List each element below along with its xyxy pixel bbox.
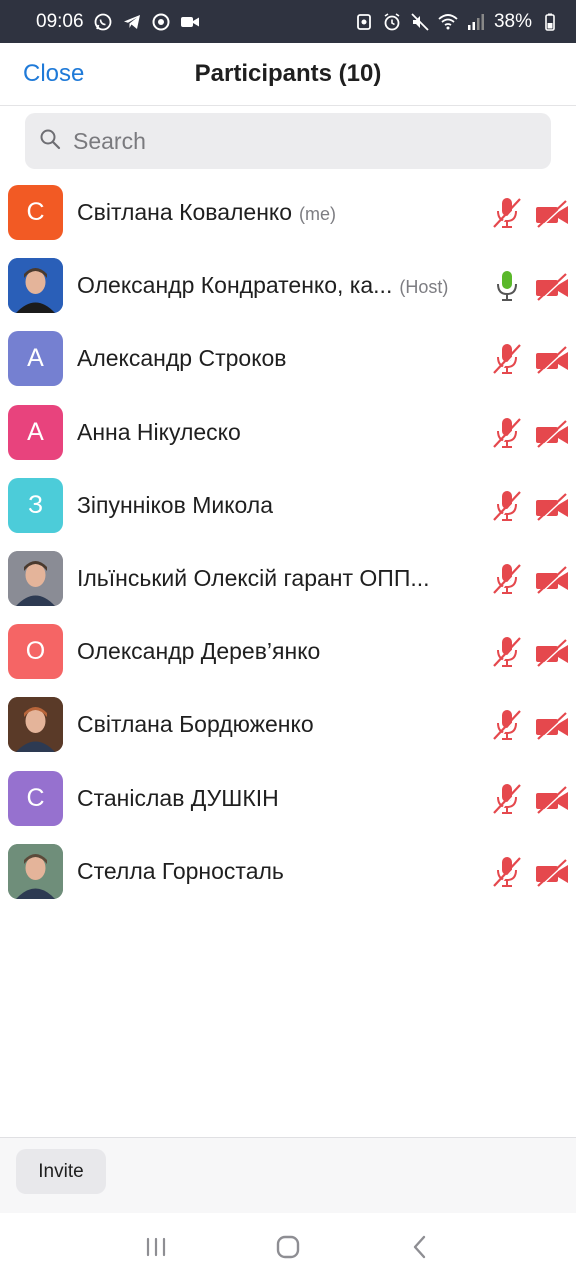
mute-icon [410,12,430,32]
microphone-muted-icon[interactable] [491,342,523,376]
participant-name: Ільїнський Олексій гарант ОПП... [77,542,430,615]
microphone-muted-icon[interactable] [491,489,523,523]
participant-name-text: Анна Нікулеско [77,418,241,445]
participant-row[interactable]: А Александр Строков [0,322,576,395]
participant-name-text: Олександр Кондратенко, ка... [77,272,393,299]
close-button[interactable]: Close [23,60,84,88]
participant-name-text: Станіслав ДУШКІН [77,784,279,811]
back-icon[interactable] [400,1227,440,1267]
footer-bar: Invite [0,1137,576,1213]
avatar: А [8,404,63,460]
video-off-icon[interactable] [535,566,569,595]
participant-row[interactable]: Стелла Горносталь [0,835,576,908]
participant-name: Олександр Дерев’янко [77,615,320,688]
microphone-muted-icon[interactable] [491,416,523,450]
avatar: С [8,185,63,240]
participant-name-text: Стелла Горносталь [77,857,284,884]
participant-role-tag: (Host) [399,277,449,298]
avatar: З [8,477,63,533]
participants-header: Close Participants (10) [0,43,576,106]
participant-name: Станіслав ДУШКІН [77,762,279,835]
clock: 09:06 [36,10,84,32]
target-icon [151,12,171,32]
video-off-icon[interactable] [535,200,569,229]
battery-icon [540,12,560,32]
participant-name-text: Світлана Бордюженко [77,711,314,738]
avatar: А [8,331,63,387]
participant-row[interactable]: О Олександр Дерев’янко [0,615,576,688]
microphone-muted-icon[interactable] [491,562,523,596]
participant-name: Олександр Кондратенко, ка... (Host) [77,249,448,322]
participant-row[interactable]: Світлана Бордюженко [0,688,576,761]
avatar [8,843,63,899]
participant-row[interactable]: А Анна Нікулеско [0,396,576,469]
participant-row[interactable]: С Світлана Коваленко (me) [0,176,576,249]
alarm-icon [382,12,402,32]
microphone-muted-icon[interactable] [491,635,523,669]
recent-apps-icon[interactable] [136,1227,176,1267]
participant-name-text: Ільїнський Олексій гарант ОПП... [77,564,430,591]
signal-icon [466,12,486,32]
search-input[interactable] [73,127,513,155]
microphone-on-icon[interactable] [491,269,523,303]
video-off-icon[interactable] [535,419,569,449]
video-off-icon[interactable] [535,858,569,888]
participant-name-text: Зіпунніков Микола [77,491,274,518]
avatar [8,697,63,753]
participant-row[interactable]: С Станіслав ДУШКІН [0,762,576,835]
system-nav-bar [0,1213,576,1280]
participant-row[interactable]: З Зіпунніков Микола [0,469,576,542]
video-off-icon[interactable] [535,492,569,522]
search-icon [39,128,61,155]
avatar [8,550,63,606]
video-off-icon[interactable] [535,273,569,302]
participant-name: Світлана Бордюженко [77,688,314,761]
participant-role-tag: (me) [299,204,337,224]
participant-row[interactable]: Ільїнський Олексій гарант ОПП... [0,542,576,615]
participant-name: Зіпунніков Микола [77,469,273,542]
microphone-muted-icon[interactable] [491,855,523,889]
home-icon[interactable] [268,1227,308,1267]
video-icon [180,12,200,32]
whatsapp-icon [93,12,113,32]
participant-name-text: Світлана Коваленко [77,199,293,225]
video-off-icon[interactable] [535,785,569,815]
microphone-muted-icon[interactable] [491,708,523,742]
participant-name: Світлана Коваленко (me) [77,176,336,249]
video-off-icon[interactable] [535,712,569,741]
page-title: Participants (10) [194,60,382,87]
participant-list: С Світлана Коваленко (me) Олександр Кондрат… [0,176,576,908]
avatar: С [8,770,63,826]
telegram-icon [122,12,142,32]
battery-level: 38% [493,10,532,32]
participant-name: Анна Нікулеско [77,396,241,469]
microphone-muted-icon[interactable] [491,196,523,230]
participant-name: Александр Строков [77,322,287,395]
microphone-muted-icon[interactable] [491,782,523,816]
participant-row[interactable]: Олександр Кондратенко, ка... (Host) [0,249,576,322]
device-icon [354,12,374,32]
status-bar: 09:06 38% [0,0,576,43]
avatar: О [8,624,63,680]
participant-name-text: Александр Строков [77,345,287,372]
wifi-icon [438,12,458,32]
avatar [8,258,63,314]
participant-name: Стелла Горносталь [77,835,284,908]
invite-button[interactable]: Invite [16,1149,106,1194]
video-off-icon[interactable] [535,639,569,668]
search-bar[interactable] [25,113,551,169]
participant-name-text: Олександр Дерев’янко [77,638,321,665]
video-off-icon[interactable] [535,346,569,375]
